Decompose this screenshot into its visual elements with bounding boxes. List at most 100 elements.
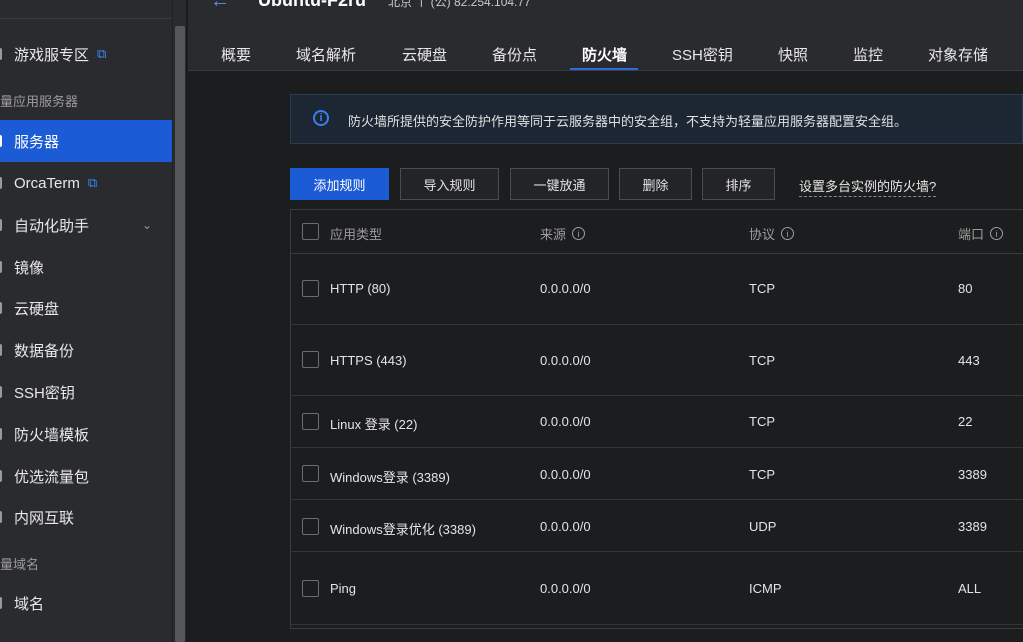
back-arrow-icon[interactable]: ← (210, 0, 230, 13)
tab-firewall[interactable]: 防火墙 (582, 44, 627, 70)
cell-source: 0.0.0.0/0 (540, 581, 591, 596)
cell-app-type: HTTP (80) (330, 281, 391, 296)
tab-ssh-keys[interactable]: SSH密钥 (672, 44, 733, 70)
sidebar-divider (0, 18, 172, 19)
bullet-icon (0, 386, 2, 398)
cell-app-type: Windows登录优化 (3389) (330, 522, 476, 537)
cell-source: 0.0.0.0/0 (540, 414, 591, 429)
sidebar-item-label: 数据备份 (14, 342, 75, 360)
bullet-icon (0, 344, 2, 356)
sidebar-group-domain: 量域名 (0, 557, 40, 572)
row-checkbox[interactable] (302, 280, 319, 297)
bullet-icon (0, 511, 2, 523)
sidebar-item-cloud-disk[interactable]: 云硬盘 (0, 287, 172, 329)
bullet-icon (0, 597, 2, 609)
row-divider (290, 499, 1023, 500)
instance-name: Ubuntu-F2ru (258, 0, 366, 10)
row-checkbox[interactable] (302, 465, 319, 482)
bullet-icon (0, 261, 2, 273)
bullet-icon (0, 135, 2, 147)
sidebar-item-intranet[interactable]: 内网互联 (0, 496, 172, 538)
sidebar-item-servers[interactable]: 服务器 (0, 120, 172, 162)
row-checkbox[interactable] (302, 413, 319, 430)
sidebar-item-traffic-package[interactable]: 优选流量包 (0, 455, 172, 497)
cell-app-type: Windows登录 (3389) (330, 470, 450, 485)
cell-app-type: HTTPS (443) (330, 353, 407, 368)
tab-object-storage[interactable]: 对象存储 (928, 44, 988, 70)
info-icon[interactable]: i (990, 227, 1004, 240)
column-header-label: 来源 (540, 227, 567, 242)
sidebar-item-label: 内网互联 (14, 509, 75, 527)
tab-monitoring[interactable]: 监控 (853, 44, 883, 70)
cell-source: 0.0.0.0/0 (540, 519, 591, 534)
sidebar-item-label: 自动化助手 (14, 217, 90, 235)
cell-source: 0.0.0.0/0 (540, 353, 591, 368)
cell-protocol: ICMP (749, 581, 782, 596)
sidebar-item-ssh-keys[interactable]: SSH密钥 (0, 371, 172, 413)
sidebar-separator (186, 0, 188, 642)
row-checkbox[interactable] (302, 351, 319, 368)
bullet-icon (0, 302, 2, 314)
active-tab-indicator (570, 68, 638, 70)
tab-dns[interactable]: 域名解析 (296, 44, 356, 70)
import-rules-button[interactable]: 导入规则 (400, 168, 499, 200)
cell-source: 0.0.0.0/0 (540, 281, 591, 296)
sidebar-group-lighthouse: 量应用服务器 (0, 94, 79, 109)
column-header-label: 应用类型 (330, 227, 383, 242)
cell-port: 80 (958, 281, 973, 296)
row-divider (290, 447, 1023, 448)
cell-app-type: Linux 登录 (22) (330, 417, 418, 432)
sidebar-item-label: 域名 (14, 595, 45, 613)
cell-port: ALL (958, 581, 982, 596)
select-all-checkbox[interactable] (302, 223, 319, 240)
sidebar-item-label: 防火墙模板 (14, 426, 90, 444)
cell-source: 0.0.0.0/0 (540, 467, 591, 482)
row-divider (290, 395, 1023, 396)
multi-instance-firewall-link[interactable]: 设置多台实例的防火墙? (799, 176, 937, 197)
cell-port: 3389 (958, 519, 987, 534)
column-header-protocol: 协议 i (749, 224, 795, 243)
sidebar-item-backup[interactable]: 数据备份 (0, 329, 172, 371)
row-divider (290, 324, 1023, 325)
column-header-label: 协议 (749, 227, 776, 242)
tab-snapshots[interactable]: 快照 (778, 44, 808, 70)
sidebar-item-domains[interactable]: 域名 (0, 582, 172, 624)
row-divider (290, 551, 1023, 552)
sidebar-item-label: 服务器 (14, 133, 60, 151)
bullet-icon (0, 470, 2, 482)
column-header-port: 端口 i (958, 224, 1004, 243)
add-rule-button[interactable]: 添加规则 (290, 168, 389, 200)
sidebar-item-label: 云硬盘 (14, 300, 60, 318)
delete-button[interactable]: 删除 (619, 168, 692, 200)
sidebar-item-automation[interactable]: 自动化助手 ⌄ (0, 204, 172, 246)
bullet-icon (0, 219, 2, 231)
sort-button[interactable]: 排序 (702, 168, 775, 200)
sidebar-item-game-server[interactable]: 游戏服专区 ⧉ (0, 33, 172, 75)
cell-app-type: Ping (330, 581, 357, 596)
cell-port: 443 (958, 353, 980, 368)
info-icon[interactable]: i (572, 227, 586, 240)
instance-info: 北京 丨 (公) 82.254.104.77 (388, 0, 531, 9)
sidebar-item-firewall-templates[interactable]: 防火墙模板 (0, 413, 172, 455)
bullet-icon (0, 428, 2, 440)
sidebar-item-orcaterm[interactable]: OrcaTerm ⧉ (0, 162, 172, 204)
table-header (290, 209, 1023, 254)
row-divider (290, 624, 1023, 625)
cell-port: 22 (958, 414, 973, 429)
row-checkbox[interactable] (302, 580, 319, 597)
sidebar-scrollbar-thumb[interactable] (175, 26, 185, 642)
cell-protocol: TCP (749, 414, 775, 429)
tab-cloud-disk[interactable]: 云硬盘 (402, 44, 447, 70)
sidebar: 游戏服专区 ⧉ 量应用服务器 服务器 OrcaTerm ⧉ 自动化助手 ⌄ 镜像… (0, 0, 172, 642)
column-header-label: 端口 (958, 227, 985, 242)
tab-overview[interactable]: 概要 (221, 44, 251, 70)
sidebar-item-images[interactable]: 镜像 (0, 246, 172, 288)
one-click-open-button[interactable]: 一键放通 (510, 168, 609, 200)
tab-backup-points[interactable]: 备份点 (492, 44, 537, 70)
cell-protocol: TCP (749, 467, 775, 482)
info-icon[interactable]: i (781, 227, 795, 240)
sidebar-item-label: 优选流量包 (14, 468, 90, 486)
external-link-icon: ⧉ (87, 175, 98, 190)
sidebar-item-label: SSH密钥 (14, 384, 75, 402)
row-checkbox[interactable] (302, 518, 319, 535)
